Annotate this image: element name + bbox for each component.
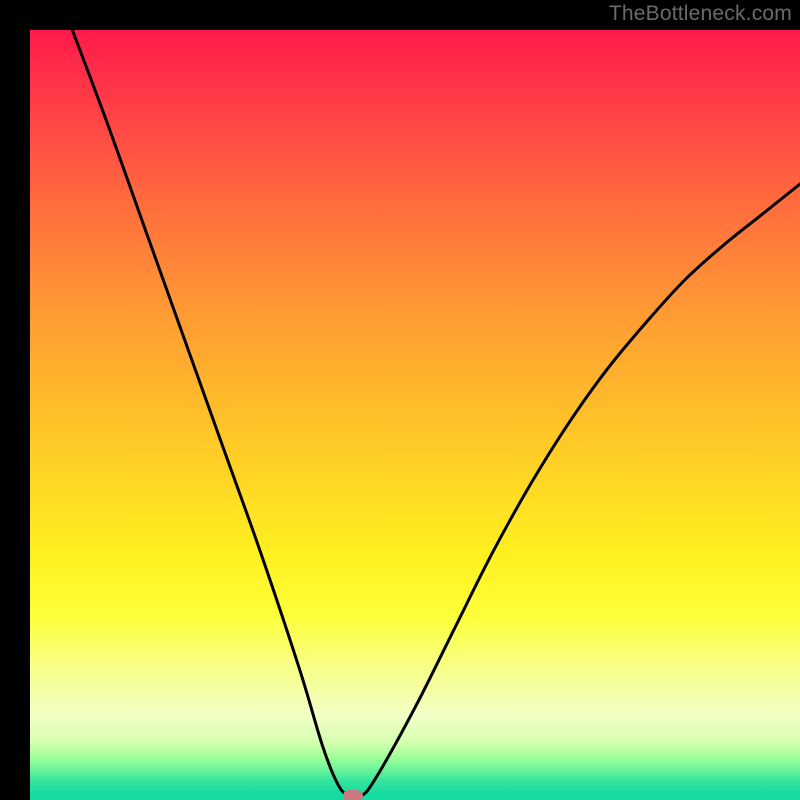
- plot-area: [30, 30, 800, 800]
- minimum-marker: [343, 790, 363, 800]
- watermark-text: TheBottleneck.com: [609, 2, 792, 26]
- chart-frame: [15, 15, 785, 785]
- bottleneck-gradient-background: [30, 30, 800, 800]
